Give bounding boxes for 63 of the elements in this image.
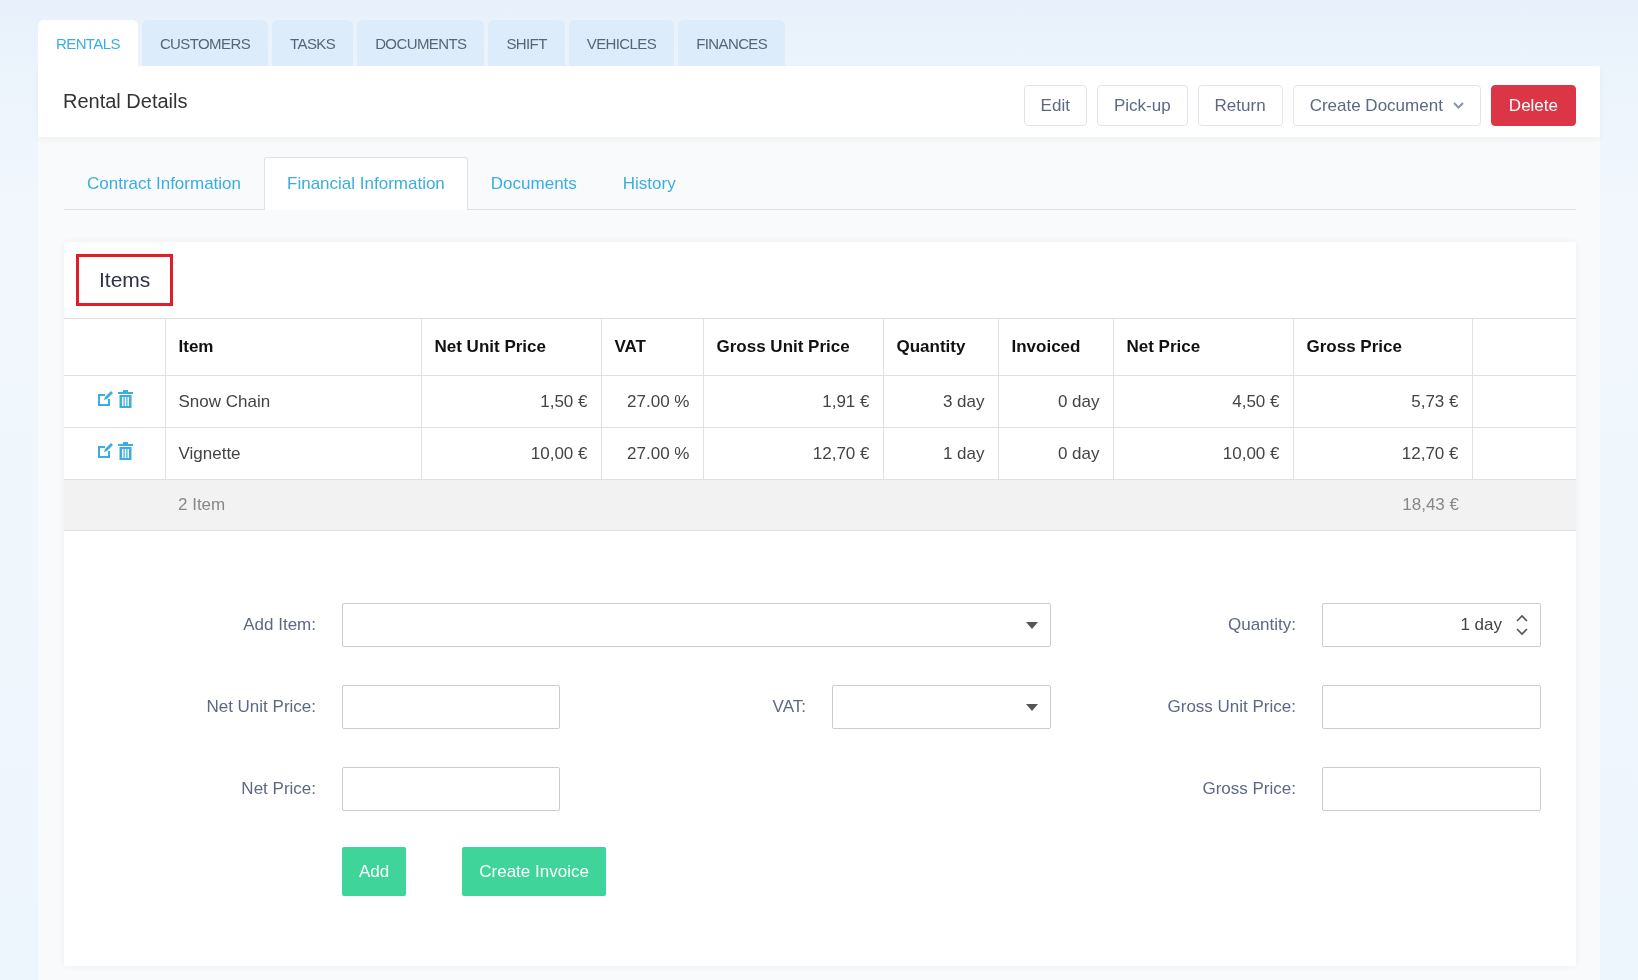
quantity-field[interactable]: 1 day bbox=[1322, 603, 1541, 647]
column-header: Gross Price bbox=[1293, 318, 1472, 376]
table-cell: 27.00 % bbox=[601, 375, 703, 428]
field-label: Net Price: bbox=[240, 779, 317, 799]
edit-icon[interactable] bbox=[95, 390, 114, 408]
edit-icon[interactable] bbox=[95, 442, 114, 460]
table-cell: Snow Chain bbox=[165, 375, 421, 428]
table-cell: 10,00 € bbox=[421, 427, 601, 480]
field-label: Gross Price: bbox=[1201, 779, 1297, 799]
field-label: Gross Unit Price: bbox=[1166, 697, 1297, 717]
table-cell: 12,70 € bbox=[703, 427, 883, 480]
action-button[interactable]: Pick-up bbox=[1096, 85, 1188, 126]
field-label: VAT: bbox=[771, 697, 807, 717]
delete-button[interactable]: Delete bbox=[1490, 85, 1576, 126]
spinner-arrows-icon[interactable] bbox=[1516, 613, 1528, 637]
column-header: VAT bbox=[601, 318, 703, 376]
input-field[interactable] bbox=[1322, 685, 1541, 729]
page-title: Rental Details bbox=[63, 90, 189, 113]
item-count: 2 Item bbox=[165, 479, 421, 531]
nav-tab[interactable]: VEHICLES bbox=[568, 20, 675, 66]
chevron-down-icon bbox=[1452, 102, 1464, 109]
nav-tab[interactable]: CUSTOMERS bbox=[141, 20, 269, 66]
nav-tab[interactable]: TASKS bbox=[272, 20, 354, 66]
action-button[interactable]: Edit bbox=[1023, 85, 1087, 126]
column-header: Gross Unit Price bbox=[703, 318, 883, 376]
column-header: Invoiced bbox=[998, 318, 1113, 376]
total-price: 18,43 € bbox=[1293, 479, 1472, 531]
nav-tab[interactable]: RENTALS bbox=[38, 20, 138, 66]
column-header: Net Unit Price bbox=[421, 318, 601, 376]
action-button[interactable]: Return bbox=[1197, 85, 1283, 126]
dropdown-button[interactable]: Create Document bbox=[1292, 85, 1481, 126]
nav-tab[interactable]: DOCUMENTS bbox=[357, 20, 485, 66]
column-header: Quantity bbox=[883, 318, 998, 376]
table-cell: 1 day bbox=[883, 427, 998, 480]
field-label: Net Unit Price: bbox=[205, 697, 317, 717]
nav-tab[interactable]: FINANCES bbox=[678, 20, 786, 66]
input-field[interactable] bbox=[342, 767, 560, 811]
dropdown-arrow-icon bbox=[1026, 621, 1038, 629]
dropdown-arrow-icon bbox=[1026, 703, 1038, 711]
table-cell: 0 day bbox=[998, 375, 1113, 428]
trash-icon[interactable] bbox=[117, 442, 133, 460]
input-field[interactable] bbox=[1322, 767, 1541, 811]
table-cell: 1,91 € bbox=[703, 375, 883, 428]
column-header: Item bbox=[165, 318, 421, 376]
column-header: Net Price bbox=[1113, 318, 1293, 376]
nav-tab[interactable]: SHIFT bbox=[488, 20, 565, 66]
select-field[interactable] bbox=[832, 685, 1051, 729]
section-tab[interactable]: Financial Information bbox=[264, 157, 468, 210]
field-label: Add Item: bbox=[242, 615, 317, 635]
select-field[interactable] bbox=[342, 603, 1051, 647]
table-cell: Vignette bbox=[165, 427, 421, 480]
table-cell: 27.00 % bbox=[601, 427, 703, 480]
field-label: Quantity: bbox=[1226, 615, 1297, 635]
table-cell: 3 day bbox=[883, 375, 998, 428]
table-cell: 4,50 € bbox=[1113, 375, 1293, 428]
table-cell: 1,50 € bbox=[421, 375, 601, 428]
card-title: Items bbox=[76, 254, 174, 306]
table-cell: 10,00 € bbox=[1113, 427, 1293, 480]
table-cell: 0 day bbox=[998, 427, 1113, 480]
table-cell: 12,70 € bbox=[1293, 427, 1472, 480]
table-cell: 5,73 € bbox=[1293, 375, 1472, 428]
trash-icon[interactable] bbox=[117, 390, 133, 408]
input-field[interactable] bbox=[342, 685, 560, 729]
